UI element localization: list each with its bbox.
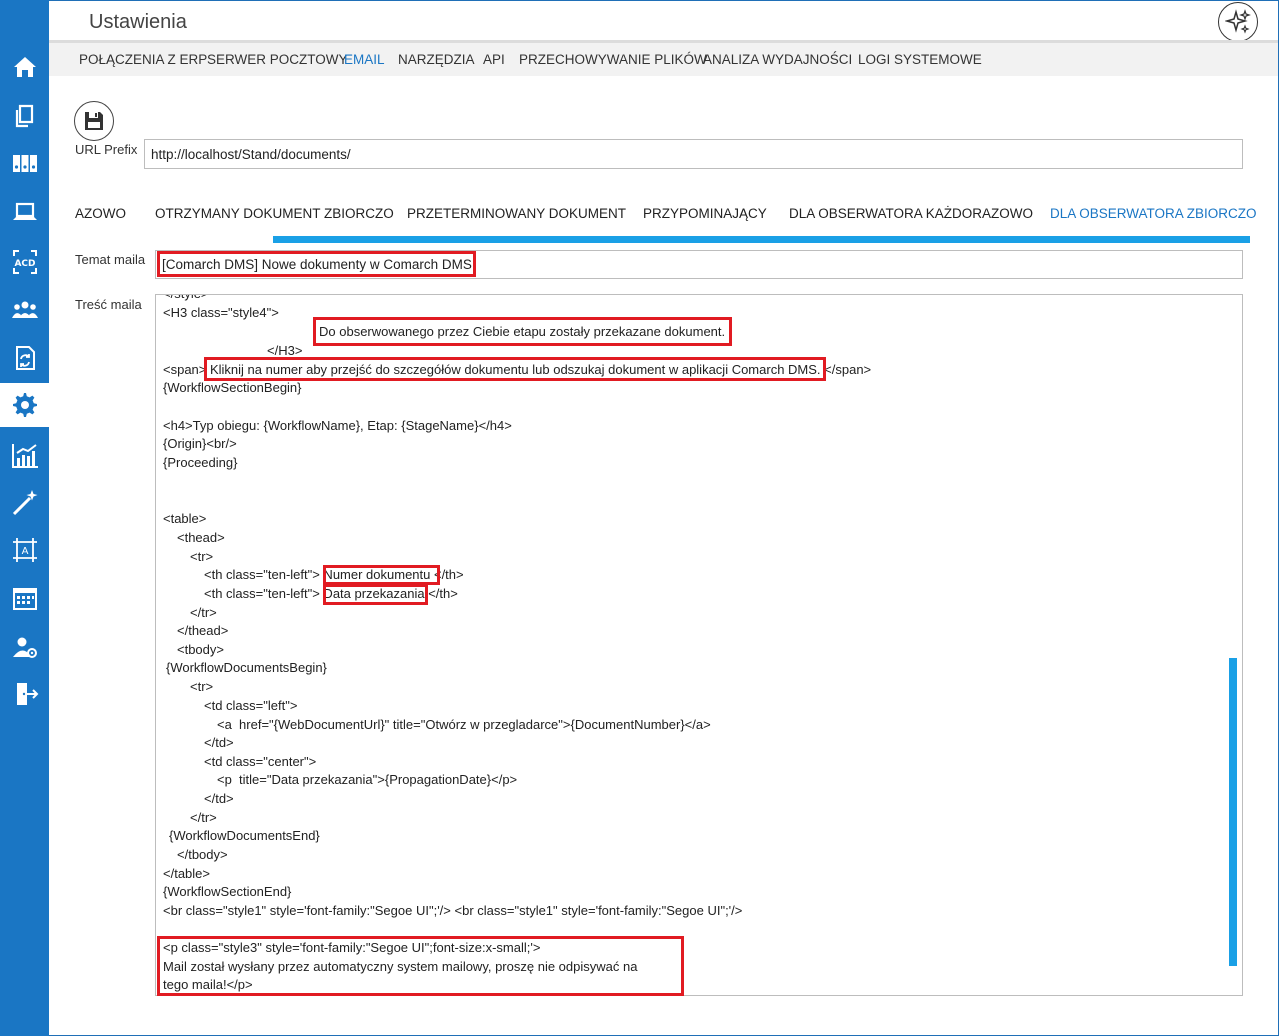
code-line: {WorkflowDocumentsBegin}: [166, 660, 327, 675]
subtab-indicator: [273, 236, 1250, 243]
code-line: {Proceeding}: [163, 455, 238, 470]
code-line: <tbody>: [177, 642, 224, 657]
layout-designer-icon[interactable]: A: [0, 528, 49, 572]
code-line: </tbody>: [177, 847, 228, 862]
code-line: <p class="style3" style='font-family:"Se…: [163, 940, 541, 955]
code-line: <thead>: [177, 530, 225, 545]
acd-icon[interactable]: ACD: [0, 240, 49, 284]
gear-icon[interactable]: [0, 383, 49, 427]
nav-performance[interactable]: ANALIZA WYDAJNOŚCI: [703, 52, 852, 67]
nav-erp-connections[interactable]: POŁĄCZENIA Z ERP: [79, 52, 207, 67]
tab-overdue-document[interactable]: PRZETERMINOWANY DOKUMENT: [407, 206, 626, 221]
code-line: {WorkflowSectionBegin}: [163, 380, 302, 395]
code-line: <th class="ten-left"> Numer dokumentu </…: [204, 567, 464, 582]
code-line: </thead>: [177, 623, 229, 638]
code-line: <br class="style1" style='font-family:"S…: [163, 903, 743, 918]
tab-cumulative-each[interactable]: AZOWO: [75, 206, 126, 221]
ai-assistant-button[interactable]: [1218, 2, 1258, 42]
code-line: <a href="{WebDocumentUrl}" title="Otwórz…: [217, 717, 711, 732]
code-line: <td class="center">: [204, 754, 317, 769]
code-line: </td>: [204, 791, 234, 806]
code-line: tego maila!</p>: [163, 977, 253, 992]
url-prefix-input[interactable]: http://localhost/Stand/documents/: [144, 139, 1243, 169]
nav-system-logs[interactable]: LOGI SYSTEMOWE: [858, 52, 982, 67]
code-line: <tr>: [190, 549, 214, 564]
tab-observer-cumulative[interactable]: DLA OBSERWATORA ZBIORCZO: [1050, 206, 1257, 221]
documents-icon[interactable]: [0, 94, 49, 138]
subject-input[interactable]: [Comarch DMS] Nowe dokumenty w Comarch D…: [155, 250, 1243, 279]
subject-label: Temat maila: [75, 252, 146, 267]
acd-icon-label: ACD: [14, 259, 35, 269]
code-line: {WorkflowDocumentsEnd}: [169, 828, 320, 843]
sparkles-icon: [1225, 9, 1251, 34]
user-settings-icon[interactable]: [0, 625, 49, 669]
nav-tools[interactable]: NARZĘDZIA: [398, 52, 475, 67]
laptop-icon[interactable]: [0, 190, 49, 234]
code-line: <tr>: [190, 679, 214, 694]
tab-received-document-cumulative[interactable]: OTRZYMANY DOKUMENT ZBIORCZO: [155, 206, 394, 221]
users-icon[interactable]: [0, 288, 49, 332]
chart-icon[interactable]: [0, 433, 49, 477]
save-button[interactable]: [74, 101, 114, 141]
editor-scrollbar[interactable]: [1229, 658, 1237, 966]
sidebar: ACD A: [0, 0, 49, 1036]
logout-icon[interactable]: [0, 672, 49, 716]
code-line: </H3>: [267, 343, 303, 358]
code-line: </td>: [204, 735, 234, 750]
code-line: </style>: [163, 295, 209, 302]
code-line: </tr>: [190, 605, 217, 620]
tab-observer-each[interactable]: DLA OBSERWATORA KAŻDORAZOWO: [789, 206, 1033, 221]
body-editor[interactable]: </style> <H3 class="style4"> Do obserwow…: [155, 294, 1243, 996]
code-line: <th class="ten-left"> Data przekazania <…: [204, 586, 458, 601]
tab-reminder[interactable]: PRZYPOMINAJĄCY: [643, 206, 767, 221]
nav-mail-server[interactable]: SERWER POCZTOWY: [207, 52, 348, 67]
settings-nav: POŁĄCZENIA Z ERP SERWER POCZTOWY EMAIL N…: [49, 40, 1278, 76]
page-title: Ustawienia: [89, 11, 187, 33]
code-line: <p title="Data przekazania">{Propagation…: [217, 772, 518, 787]
code-line: <td class="left">: [204, 698, 298, 713]
nav-email[interactable]: EMAIL: [344, 52, 385, 67]
code-line: <H3 class="style4">: [163, 305, 279, 320]
code-line: {WorkflowSectionEnd}: [163, 884, 292, 899]
code-line: <h4>Typ obiegu: {WorkflowName}, Etap: {S…: [163, 418, 512, 433]
layout-designer-icon-label: A: [21, 546, 28, 557]
floppy-disk-icon: [85, 112, 103, 130]
calendar-icon[interactable]: [0, 577, 49, 621]
home-icon[interactable]: [0, 45, 49, 89]
code-line: Do obserwowanego przez Ciebie etapu zost…: [319, 324, 726, 339]
code-line: {Origin}<br/>: [163, 436, 237, 451]
code-line: Mail został wysłany przez automatyczny s…: [163, 959, 638, 974]
magic-wand-icon[interactable]: [0, 480, 49, 524]
nav-api[interactable]: API: [483, 52, 505, 67]
code-line: </tr>: [190, 810, 217, 825]
body-label: Treść maila: [75, 297, 142, 312]
code-line: <span> Kliknij na numer aby przejść do s…: [163, 362, 872, 377]
code-line: <table>: [163, 511, 207, 526]
url-prefix-label: URL Prefix: [75, 142, 138, 157]
binders-icon[interactable]: [0, 141, 49, 185]
nav-file-storage[interactable]: PRZECHOWYWANIE PLIKÓW: [519, 52, 707, 67]
workflow-document-icon[interactable]: [0, 336, 49, 380]
code-line: </table>: [163, 866, 210, 881]
